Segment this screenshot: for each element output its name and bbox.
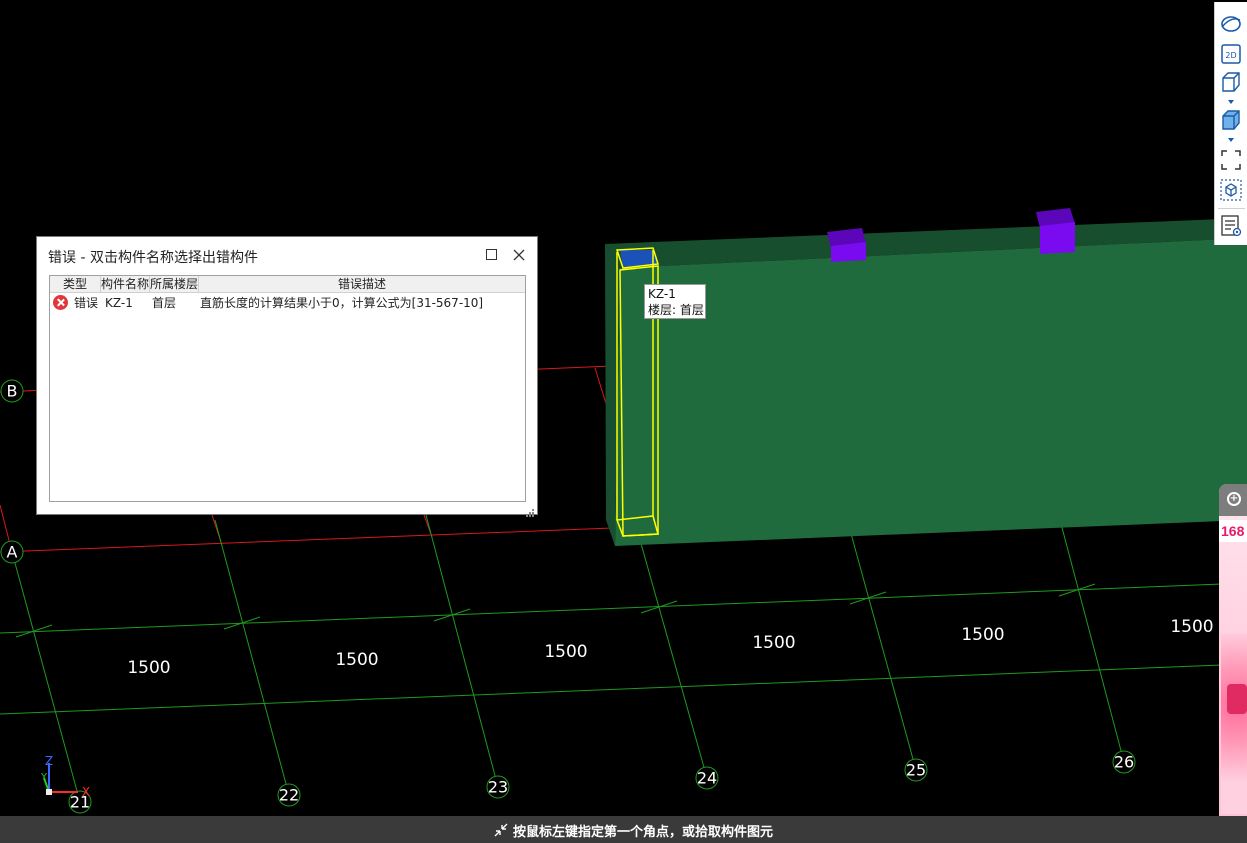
axis-line-a [0,527,613,553]
maximize-icon[interactable] [486,249,497,260]
axis-label: 22 [279,786,299,805]
ad-gift-image[interactable] [1227,684,1247,714]
grid-line [0,582,1247,634]
row-floor[interactable]: 首层 [152,294,176,312]
ad-image[interactable] [1221,634,1247,814]
status-bar: 按鼠标左键指定第一个角点，或拾取构件图元 [0,816,1247,843]
dialog-title: 错误 - 双击构件名称选择出错构件 [48,250,258,266]
column-header-name[interactable]: 构件名称 [101,276,149,292]
origin-marker [46,789,52,795]
view-toolbar: 2D [1214,2,1247,245]
column-axis-line [1059,519,1125,763]
axis-label: 23 [488,778,508,797]
row-component-name[interactable]: KZ-1 [105,294,133,312]
error-dialog: 错误 - 双击构件名称选择出错构件 类型 构件名称 所属楼层 错误描述 错误 K… [36,236,538,517]
column-header-description[interactable]: 错误描述 [199,276,525,292]
x-axis-label: X [82,785,90,799]
axis-label: B [7,382,18,401]
2d-view-icon[interactable]: 2D [1219,42,1243,66]
column-purple [1040,222,1075,254]
tooltip-floor: 楼层: 首层 [648,303,704,317]
error-icon [53,295,68,310]
collapse-icon[interactable]: + [1227,492,1241,506]
local-3d-icon[interactable] [1219,178,1243,202]
ad-header[interactable]: + [1219,484,1247,516]
dimension-label: 1500 [127,658,170,678]
chevron-down-icon[interactable] [1228,138,1234,142]
svg-text:2D: 2D [1225,51,1236,60]
3d-box-icon[interactable] [1219,70,1243,94]
grid-line [0,663,1247,715]
dimension-label: 1500 [752,633,795,653]
y-axis-label: Y [40,772,48,783]
column-header-type[interactable]: 类型 [50,276,100,292]
column-axis-line [849,529,917,771]
orbit-icon[interactable] [1219,12,1243,36]
table-header: 类型 构件名称 所属楼层 错误描述 [50,276,525,293]
axis-label: 25 [906,761,926,780]
pick-cursor-icon [494,823,508,837]
ad-panel[interactable]: + 168 [1219,484,1247,816]
axis-label: A [7,543,18,562]
dimension-label: 1500 [335,650,378,670]
column-header-floor[interactable]: 所属楼层 [150,276,198,292]
status-text: 按鼠标左键指定第一个角点，或拾取构件图元 [513,824,774,840]
axis-label: 26 [1114,753,1134,772]
close-icon[interactable] [512,247,526,261]
dimension-label: 1500 [961,625,1004,645]
column-axis-line [214,519,290,796]
row-description[interactable]: 直筋长度的计算结果小于0，计算公式为[31-567-10] [200,294,483,312]
axis-label: 24 [697,769,717,788]
error-list[interactable]: 类型 构件名称 所属楼层 错误描述 错误 KZ-1 首层 直筋长度的计算结果小于… [49,275,526,502]
toolbar-divider [1218,208,1245,209]
resize-grip-icon[interactable] [525,503,535,517]
table-row[interactable]: 错误 KZ-1 首层 直筋长度的计算结果小于0，计算公式为[31-567-10] [50,294,525,312]
row-type[interactable]: 错误 [74,294,98,312]
chevron-down-icon[interactable] [1228,100,1234,104]
fit-view-icon[interactable] [1219,148,1243,172]
ad-badge[interactable]: 168 [1219,520,1247,542]
dimension-label: 1500 [1170,617,1213,637]
z-axis-label: Z [45,754,53,768]
column-axis-line [639,539,708,779]
display-settings-icon[interactable] [1219,214,1243,238]
beam-front-face [615,238,1247,546]
column-axis-line [425,514,499,788]
3d-shaded-box-icon[interactable] [1219,108,1243,132]
tooltip-name: KZ-1 [648,287,676,301]
dimension-label: 1500 [544,642,587,662]
component-tooltip: KZ-1 楼层: 首层 [644,284,706,319]
